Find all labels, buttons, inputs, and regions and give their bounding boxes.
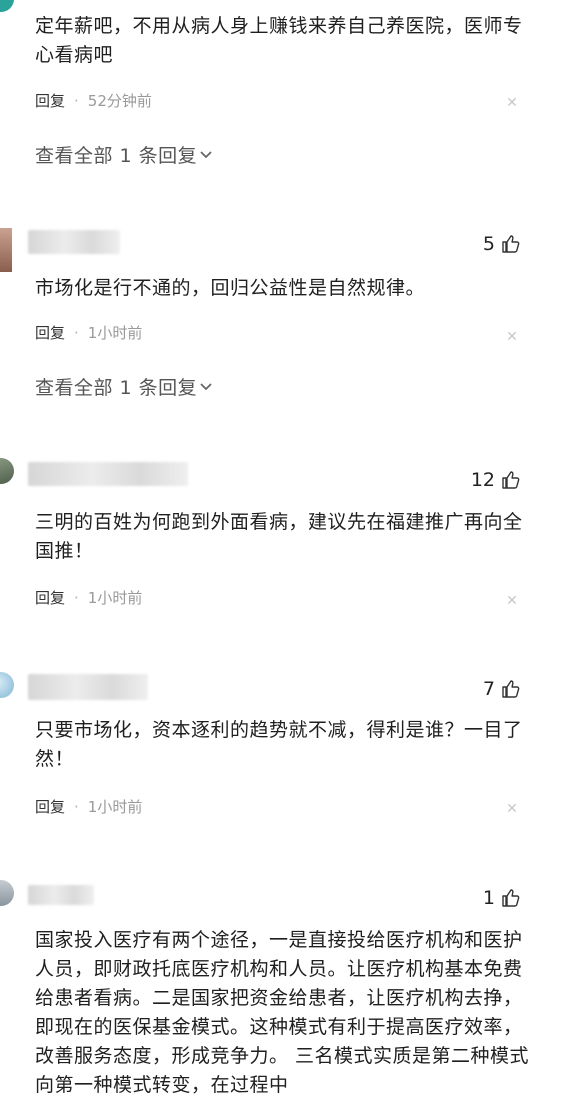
chevron-down-icon [200,382,212,390]
username-blurred[interactable] [28,230,120,254]
chevron-down-icon [200,150,212,158]
close-icon[interactable]: ✕ [505,594,519,608]
comment-time: 1小时前 [87,589,143,607]
separator-dot: · [74,91,79,110]
comment-meta: 回复 · 1小时前 [35,796,142,817]
like-button[interactable]: 12 [471,469,521,491]
comment-time: 52分钟前 [87,92,152,110]
like-button[interactable]: 7 [483,678,521,700]
like-count: 12 [470,469,495,491]
reply-button[interactable]: 回复 [35,322,65,343]
thumbs-up-icon [502,235,520,253]
comment-meta: 回复 · 1小时前 [35,587,142,608]
separator-dot: · [74,323,79,342]
view-all-replies-label: 查看全部 1 条回复 [35,377,198,399]
avatar[interactable] [0,0,14,12]
comment-text: 市场化是行不通的，回归公益性是自然规律。 [35,277,426,299]
like-count: 7 [482,678,495,700]
avatar[interactable] [0,880,14,906]
comment-text: 国家投入医疗有两个途径，一是直接投给医疗机构和医护人员，即财政托底医疗机构和人员… [35,929,530,1096]
view-all-replies-button[interactable]: 查看全部 1 条回复 [35,141,213,168]
close-icon[interactable]: ✕ [505,330,519,344]
like-count: 5 [482,233,495,255]
view-all-replies-label: 查看全部 1 条回复 [35,145,198,167]
comment-text: 三明的百姓为何跑到外面看病，建议先在福建推广再向全国推！ [35,511,523,562]
comment-time: 1小时前 [87,798,143,816]
username-blurred[interactable] [28,462,188,486]
like-button[interactable]: 1 [483,887,521,909]
avatar[interactable] [0,672,14,698]
comment-time: 1小时前 [87,324,143,342]
username-blurred[interactable] [28,885,94,905]
close-icon[interactable]: ✕ [505,96,519,110]
close-icon[interactable]: ✕ [505,802,519,816]
comment-text: 只要市场化，资本逐利的趋势就不减，得利是谁？一目了然！ [35,719,523,770]
reply-button[interactable]: 回复 [35,796,65,817]
comment-meta: 回复 · 1小时前 [35,322,142,343]
separator-dot: · [74,797,79,816]
thumbs-up-icon [502,889,520,907]
like-button[interactable]: 5 [483,233,521,255]
thumbs-up-icon [502,471,520,489]
avatar[interactable] [0,458,14,484]
username-blurred[interactable] [28,674,148,700]
comment-text: 定年薪吧，不用从病人身上赚钱来养自己养医院，医师专心看病吧 [35,15,523,66]
reply-button[interactable]: 回复 [35,587,65,608]
view-all-replies-button[interactable]: 查看全部 1 条回复 [35,373,213,400]
reply-button[interactable]: 回复 [35,90,65,111]
thumbs-up-icon [502,680,520,698]
separator-dot: · [74,588,79,607]
comment-meta: 回复 · 52分钟前 [35,90,152,111]
like-count: 1 [482,887,495,909]
avatar[interactable] [0,228,12,272]
